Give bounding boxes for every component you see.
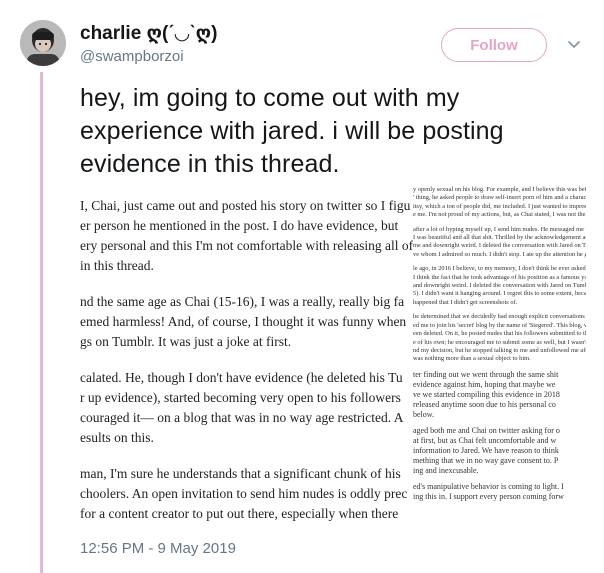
screenshot-line: after a lot of hyping myself up, I send … <box>413 225 586 233</box>
screenshot-left-panel: I, Chai, just came out and posted his st… <box>80 182 420 526</box>
screenshot-line: in this thread. <box>80 258 154 273</box>
screenshot-line: gs on Tumblr. It was just a joke at firs… <box>80 334 292 349</box>
attached-image[interactable]: I, Chai, just came out and posted his st… <box>80 182 586 526</box>
screenshot-line: ed's manipulative behavior is coming to … <box>413 481 564 491</box>
screenshot-paragraph: man, I'm sure he understands that a sign… <box>80 464 420 526</box>
screenshot-line: itsy, which a ton of people did, me incl… <box>413 202 586 210</box>
tweet-text: hey, im going to come out with my experi… <box>80 84 504 178</box>
screenshot-line: ery personal and this I'm not comfortabl… <box>80 238 414 253</box>
screenshot-line: at first, but as Chai felt uncomfortable… <box>413 435 557 445</box>
screenshot-line: I think the fact that he took advantage … <box>413 273 586 281</box>
screenshot-line: ed me to join his 'secret' blog by the n… <box>413 321 586 329</box>
screenshot-line: e of his own; he encouraged me to submit… <box>413 338 586 346</box>
screenshot-line: couraged it— on a blog that was in no wa… <box>80 410 404 425</box>
screenshot-line: was nothing more than a sexual object to… <box>413 355 531 363</box>
thread-line <box>40 72 43 573</box>
screenshot-paragraph: I, Chai, just came out and posted his st… <box>80 196 420 276</box>
screenshot-small-block: after a lot of hyping myself up, I send … <box>413 226 586 260</box>
follow-button[interactable]: Follow <box>441 28 547 62</box>
screenshot-small-block: y openly sexual on his blog. For example… <box>413 186 586 220</box>
screenshot-line: calated. He, though I don't have evidenc… <box>80 370 403 385</box>
screenshot-line: esults on this. <box>80 430 154 445</box>
screenshot-line: er person he mentioned in the post. I do… <box>80 218 399 233</box>
screenshot-line: 5). I didn't want it hanging around. I r… <box>413 290 586 298</box>
screenshot-block: aged both me and Chai on twitter asking … <box>413 426 586 476</box>
avatar[interactable] <box>20 20 66 66</box>
screenshot-line: choolers. An open invitation to send him… <box>80 486 408 501</box>
screenshot-line: mething that we in no way gave consent t… <box>413 455 559 465</box>
screenshot-line: for a content creator to put out there, … <box>80 506 399 521</box>
screenshot-line: le ago, in 2016 I believe, to my memory,… <box>413 265 586 273</box>
screenshot-line: ing and inexcusable. <box>413 465 479 475</box>
screenshot-line: nd my decision, but he stopped talking t… <box>413 346 586 354</box>
screenshot-line: ' thing, he asked people to draw self-in… <box>413 194 586 202</box>
screenshot-line: aged both me and Chai on twitter asking … <box>413 425 560 435</box>
screenshot-line: me and downright weird. I deleted the co… <box>413 242 586 250</box>
screenshot-line: released anytime soon due to his persona… <box>413 399 556 409</box>
screenshot-line: ter finding out we went through the same… <box>413 369 559 379</box>
screenshot-line: good portion of his following) sending y… <box>80 524 420 526</box>
screenshot-line: ve whom I admired so much. I didn't stop… <box>413 250 586 258</box>
screenshot-block: ed's manipulative behavior is coming to … <box>413 482 586 502</box>
screenshot-line: y openly sexual on his blog. For example… <box>413 186 586 193</box>
screenshot-small-block: he determined that we decidedly had enou… <box>413 313 586 363</box>
avatar-image <box>20 20 66 66</box>
screenshot-line: happened that I didn't get screenshots o… <box>413 298 518 306</box>
screenshot-line: ve we started compiling this evidence in… <box>413 389 560 399</box>
screenshot-line: I, Chai, just came out and posted his st… <box>80 198 411 213</box>
tweet-timestamp[interactable]: 12:56 PM - 9 May 2019 <box>80 540 236 557</box>
screenshot-line: man, I'm sure he understands that a sign… <box>80 466 401 481</box>
screenshot-line: e me. I'm not proud of my actions, but, … <box>413 211 586 219</box>
screenshot-small-block: le ago, in 2016 I believe, to my memory,… <box>413 265 586 307</box>
screenshot-line: and downright weird. I deleted the conve… <box>413 282 586 290</box>
screenshot-line: I was beautiful and all that shit. Thril… <box>413 234 586 242</box>
screenshot-line: emed harmless! And, of course, I thought… <box>80 314 407 329</box>
screenshot-block: ter finding out we went through the same… <box>413 370 586 420</box>
display-name[interactable]: charlie ღ(ˊ◡ˋღ) <box>80 22 217 46</box>
screenshot-paragraph: nd the same age as Chai (15-16), I was a… <box>80 292 420 352</box>
user-handle[interactable]: @swampborzoi <box>80 48 217 66</box>
chevron-down-icon[interactable] <box>566 36 582 52</box>
screenshot-line: below. <box>413 409 435 419</box>
screenshot-line: information to Jared. We have reason to … <box>413 445 559 455</box>
screenshot-line: een deleted. On it, he posted nudes that… <box>413 330 586 338</box>
screenshot-line: evidence against him, hoping that maybe … <box>413 379 556 389</box>
screenshot-right-panel: y openly sexual on his blog. For example… <box>413 182 586 526</box>
screenshot-paragraph: calated. He, though I don't have evidenc… <box>80 368 420 448</box>
screenshot-line: ing this in. I support every person comi… <box>413 491 564 501</box>
screenshot-line: r up evidence), started becoming very op… <box>80 390 401 405</box>
screenshot-line: he determined that we decidedly had enou… <box>413 313 586 321</box>
user-info: charlie ღ(ˊ◡ˋღ) @swampborzoi <box>80 22 217 66</box>
screenshot-line: nd the same age as Chai (15-16), I was a… <box>80 294 405 309</box>
